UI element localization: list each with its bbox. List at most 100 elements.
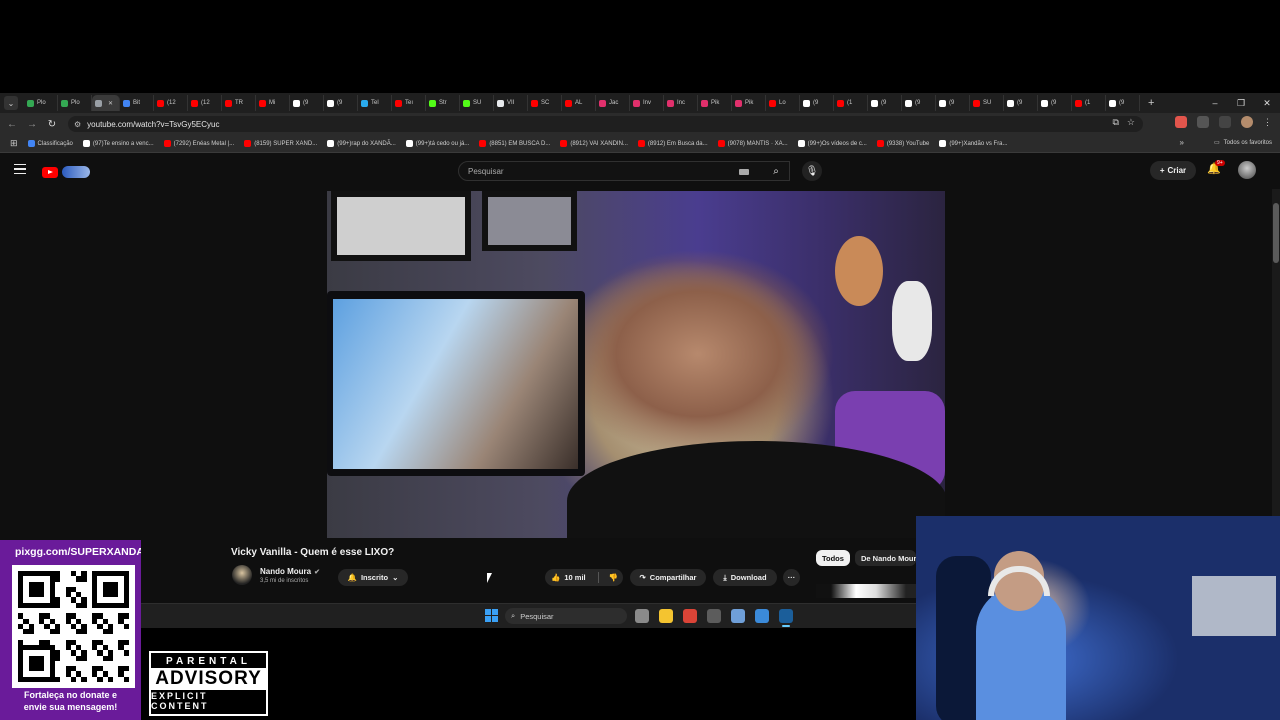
bookmark-item[interactable]: Classificação <box>27 140 73 147</box>
dislike-icon[interactable]: 👎 <box>609 573 618 582</box>
more-actions-button[interactable]: ··· <box>783 569 800 586</box>
keyboard-icon[interactable] <box>739 169 749 175</box>
all-bookmarks-folder[interactable]: ▭ Todos os favoritos <box>1214 139 1272 147</box>
browser-tab[interactable]: (1 <box>1072 95 1106 111</box>
browser-tab[interactable]: (9 <box>800 95 834 111</box>
more-bookmarks-button[interactable]: » <box>1180 138 1184 147</box>
search-icon[interactable]: ⌕ <box>762 161 790 181</box>
install-app-icon[interactable]: ⧉ <box>1112 117 1118 128</box>
chip-all[interactable]: Todos <box>816 550 850 566</box>
recommended-video-thumbnail[interactable] <box>816 584 916 598</box>
new-tab-button[interactable]: + <box>1148 97 1154 109</box>
bookmark-item[interactable]: (99+)tá cedo ou já... <box>405 140 469 147</box>
close-window-button[interactable]: ✕ <box>1254 93 1280 113</box>
bookmark-item[interactable]: (9338) YouTube <box>876 140 929 147</box>
tab-search-button[interactable]: ⌄ <box>4 96 18 110</box>
browser-tab[interactable]: (12 <box>188 95 222 111</box>
browser-tab[interactable]: Jac <box>596 95 630 111</box>
browser-tab[interactable]: (9 <box>1106 95 1140 111</box>
file-explorer-icon[interactable] <box>659 609 673 623</box>
profile-avatar-icon[interactable] <box>1241 116 1253 128</box>
bookmark-item[interactable]: (99+)Os vídeos de c... <box>797 140 867 147</box>
download-button[interactable]: ⤓ Download <box>713 569 777 586</box>
browser-tab[interactable]: TR <box>222 95 256 111</box>
browser-tab[interactable]: (9 <box>290 95 324 111</box>
like-count[interactable]: 10 mil <box>564 573 585 582</box>
bookmark-item[interactable]: (8159) SUPER XAND... <box>244 140 317 147</box>
guide-menu-icon[interactable] <box>14 164 26 175</box>
browser-tab[interactable]: ✕ <box>92 95 120 111</box>
back-button[interactable]: ← <box>2 114 22 134</box>
bookmark-item[interactable]: (7292) Enéas Metal |... <box>163 140 234 147</box>
reload-button[interactable]: ↻ <box>42 114 62 134</box>
video-player[interactable] <box>327 191 945 538</box>
app-icon[interactable] <box>755 609 769 623</box>
browser-tab[interactable]: Inv <box>630 95 664 111</box>
scrollbar-thumb[interactable] <box>1273 203 1279 263</box>
channel-avatar[interactable] <box>232 565 252 585</box>
obs-icon[interactable] <box>707 609 721 623</box>
restore-button[interactable]: ❐ <box>1228 93 1254 113</box>
browser-tab[interactable]: Inc <box>664 95 698 111</box>
youtube-logo-icon[interactable] <box>42 167 58 178</box>
bookmark-favicon-icon <box>717 140 725 147</box>
browser-menu-icon[interactable]: ⋮ <box>1263 117 1272 128</box>
browser-tab[interactable]: Pik <box>732 95 766 111</box>
like-icon[interactable]: 👍 <box>551 573 560 582</box>
forward-button[interactable]: → <box>22 114 42 134</box>
browser-tab[interactable]: (9 <box>1038 95 1072 111</box>
windows-start-icon[interactable] <box>485 609 498 622</box>
minimize-button[interactable]: – <box>1202 93 1228 113</box>
apps-grid-icon[interactable]: ⊞ <box>10 138 18 149</box>
bookmark-item[interactable]: (8851) EM BUSCA D... <box>479 140 550 147</box>
create-button[interactable]: + Criar <box>1150 161 1196 180</box>
channel-name[interactable]: Nando Moura ✔ <box>260 567 320 576</box>
browser-tab[interactable]: (9 <box>868 95 902 111</box>
search-input[interactable]: Pesquisar <box>458 161 790 181</box>
bookmark-item[interactable]: (8912) Em Busca da... <box>637 140 708 147</box>
extensions-puzzle-icon[interactable] <box>1197 116 1209 128</box>
subscribed-button[interactable]: 🔔 Inscrito ⌄ <box>338 569 408 586</box>
share-button[interactable]: ↷ Compartilhar <box>630 569 706 586</box>
bookmark-item[interactable]: (9078) MANTIS · XA... <box>717 140 788 147</box>
browser-tab[interactable]: Lo <box>766 95 800 111</box>
site-info-icon[interactable]: ⚙ <box>74 120 81 129</box>
browser-tab[interactable]: Bit <box>120 95 154 111</box>
browser-tab[interactable]: (1 <box>834 95 868 111</box>
browser-tab[interactable]: (12 <box>154 95 188 111</box>
task-view-icon[interactable] <box>635 609 649 623</box>
browser-tab[interactable]: Pik <box>698 95 732 111</box>
microphone-icon[interactable]: 🎙 <box>802 161 822 181</box>
browser-tab[interactable]: VII <box>494 95 528 111</box>
account-avatar[interactable] <box>1238 161 1256 179</box>
browser-tab[interactable]: Plo <box>24 95 58 111</box>
taskbar-search-input[interactable]: ⌕ Pesquisar <box>505 608 627 624</box>
youtube-doodle[interactable] <box>62 166 90 178</box>
bookmark-item[interactable]: (99+)rap do XANDÃ... <box>327 140 396 147</box>
browser-tab[interactable]: (9 <box>936 95 970 111</box>
browser-tab[interactable]: SU <box>460 95 494 111</box>
bookmark-item[interactable]: (97)Te ensino a venc... <box>82 140 154 147</box>
extension-icon[interactable] <box>1175 116 1187 128</box>
browser-tab[interactable]: (9 <box>1004 95 1038 111</box>
browser-tab[interactable]: (9 <box>902 95 936 111</box>
media-controls-icon[interactable] <box>1219 116 1231 128</box>
address-bar[interactable]: ⚙ youtube.com/watch?v=TsvGy5ECyuc ⧉ ☆ <box>68 116 1143 132</box>
browser-tab[interactable]: Plo <box>58 95 92 111</box>
browser-tab[interactable]: Str <box>426 95 460 111</box>
settings-icon[interactable] <box>731 609 745 623</box>
browser-tab[interactable]: Tel <box>358 95 392 111</box>
browser-tab[interactable]: SC <box>528 95 562 111</box>
bookmark-item[interactable]: (99+)Xandão vs Fra... <box>939 140 1008 147</box>
browser-tab[interactable]: SU <box>970 95 1004 111</box>
bookmark-star-icon[interactable]: ☆ <box>1127 117 1135 128</box>
browser-tab[interactable]: AL <box>562 95 596 111</box>
browser-tab[interactable]: Teı <box>392 95 426 111</box>
close-tab-icon[interactable]: ✕ <box>108 100 113 107</box>
browser-tab[interactable]: Mi <box>256 95 290 111</box>
chip-from-channel[interactable]: De Nando Moura <box>855 550 916 566</box>
bookmark-item[interactable]: (8912) VAI XANDIN... <box>560 140 628 147</box>
browser-tab[interactable]: (9 <box>324 95 358 111</box>
steam-icon[interactable] <box>779 609 793 627</box>
chrome-icon[interactable] <box>683 609 697 623</box>
